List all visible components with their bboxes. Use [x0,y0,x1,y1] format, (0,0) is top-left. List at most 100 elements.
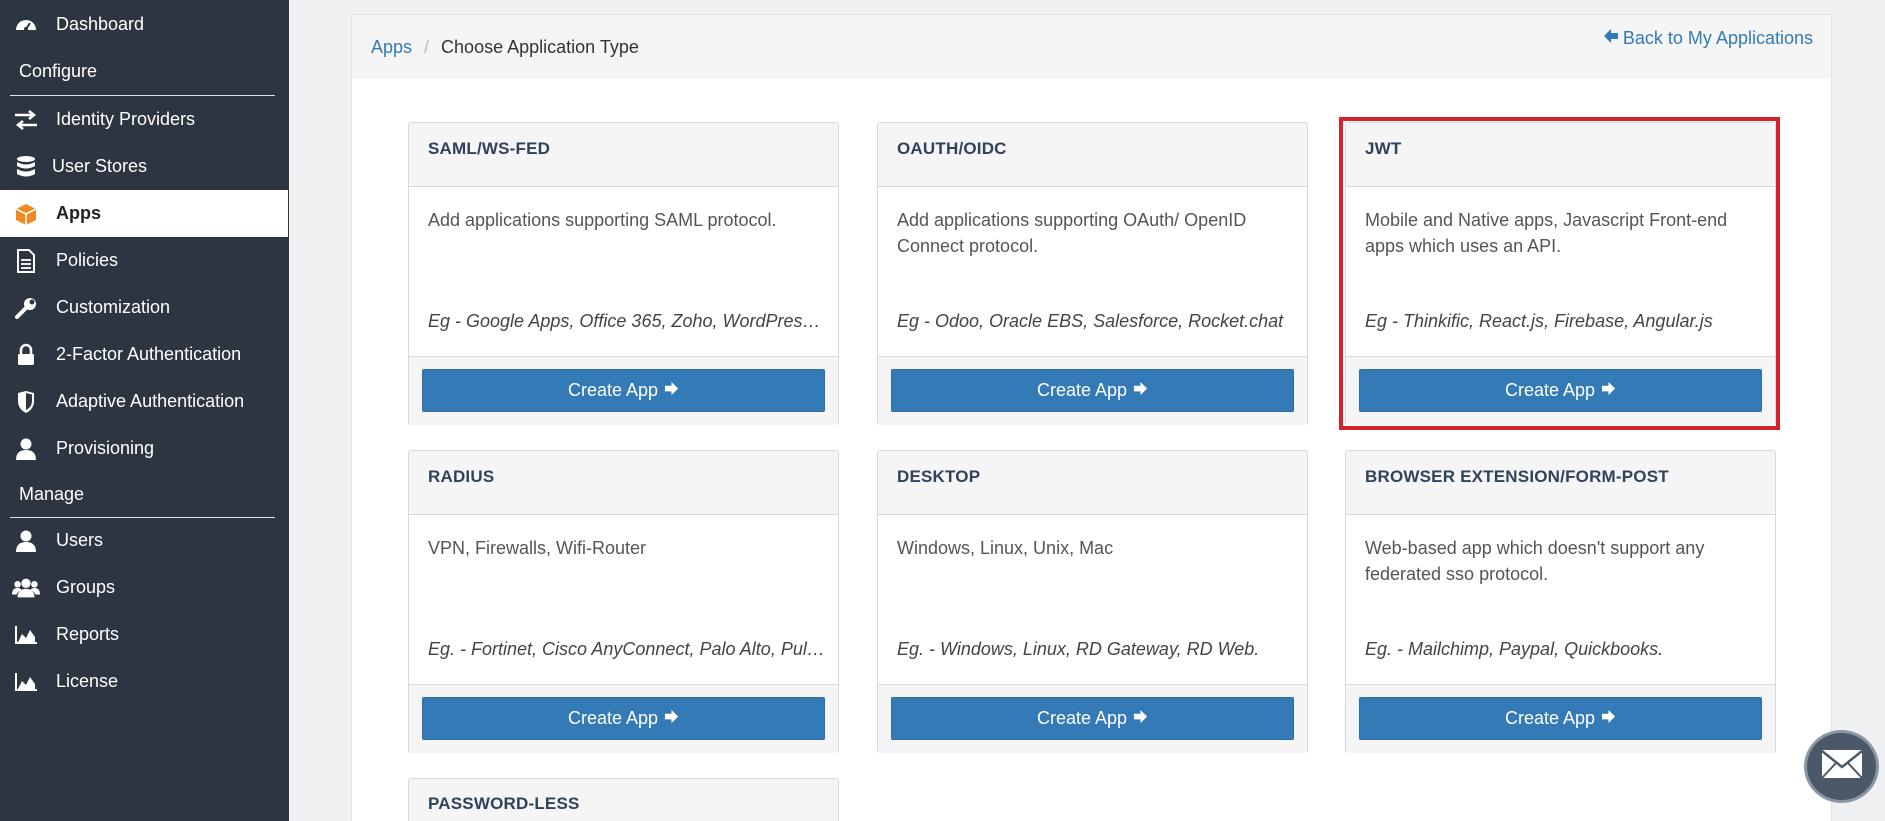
sidebar-item-adaptive-auth[interactable]: Adaptive Authentication [0,378,288,425]
card-title: BROWSER EXTENSION/FORM-POST [1365,467,1669,486]
sidebar-item-policies[interactable]: Policies [0,237,288,284]
envelope-icon [1819,747,1865,786]
create-app-button[interactable]: Create App [891,697,1294,740]
sidebar-item-label: User Stores [52,156,148,176]
dashboard-icon [12,11,40,39]
card-header: BROWSER EXTENSION/FORM-POST [1346,451,1775,515]
back-to-applications-link[interactable]: Back to My Applications [1603,28,1813,49]
sidebar-item-label: Customization [56,297,171,317]
create-app-button[interactable]: Create App [422,369,825,412]
jwt-highlight-box [1339,117,1780,430]
card-description: VPN, Firewalls, Wifi-Router [428,538,647,558]
user-icon [12,527,40,555]
create-app-button[interactable]: Create App [891,369,1294,412]
area-chart-icon [12,621,40,649]
wrench-icon [12,294,40,322]
sidebar-item-user-stores[interactable]: User Stores [0,143,288,190]
arrow-right-icon [1133,708,1148,729]
sidebar-item-label: Policies [56,250,119,270]
card-password-less: PASSWORD-LESS [408,778,839,821]
card-saml: SAML/WS-FED Add applications supporting … [408,122,839,425]
create-app-button[interactable]: Create App [1359,697,1762,740]
card-description: Windows, Linux, Unix, Mac [897,538,1114,558]
sidebar-item-groups[interactable]: Groups [0,564,288,611]
sidebar-item-label: Users [56,530,104,550]
breadcrumb-apps-link[interactable]: Apps [371,37,412,58]
exchange-icon [12,106,40,134]
card-browser-extension: BROWSER EXTENSION/FORM-POST Web-based ap… [1345,450,1776,753]
card-example: Eg. - Fortinet, Cisco AnyConnect, Palo A… [428,639,828,659]
breadcrumb-current: Choose Application Type [441,37,639,57]
arrow-right-icon [1601,708,1616,729]
database-icon [12,153,40,181]
sidebar-item-reports[interactable]: Reports [0,611,288,658]
back-link-label: Back to My Applications [1622,28,1813,48]
sidebar-item-label: Reports [56,624,120,644]
card-title: SAML/WS-FED [428,139,551,158]
sidebar-item-provisioning[interactable]: Provisioning [0,425,288,472]
arrow-right-icon [1133,380,1148,401]
arrow-left-icon [1603,28,1619,49]
lock-icon [12,341,40,369]
card-header: RADIUS [409,451,838,515]
sidebar-item-label: Adaptive Authentication [56,391,245,411]
sidebar-item-label: Dashboard [56,14,145,34]
sidebar-item-label: Provisioning [56,438,155,458]
card-title: RADIUS [428,467,495,486]
card-radius: RADIUS VPN, Firewalls, Wifi-Router Eg. -… [408,450,839,753]
card-description: Add applications supporting OAuth/ OpenI… [897,210,1247,256]
card-desktop: DESKTOP Windows, Linux, Unix, Mac Eg. - … [877,450,1308,753]
card-description: Web-based app which doesn't support any … [1365,538,1705,584]
card-description: Add applications supporting SAML protoco… [428,210,777,230]
cube-icon [12,200,40,228]
panel-header: Apps / Choose Application Type Back to M… [352,15,1831,79]
card-header: DESKTOP [878,451,1307,515]
section-configure: Configure [19,61,98,81]
sidebar-item-users[interactable]: Users [0,517,288,564]
card-header: SAML/WS-FED [409,123,838,187]
sidebar-item-license[interactable]: License [0,658,288,705]
create-app-button[interactable]: Create App [422,697,825,740]
arrow-right-icon [664,708,679,729]
sidebar-item-label: Groups [56,577,116,597]
create-app-label: Create App [1504,708,1596,728]
card-example: Eg - Google Apps, Office 365, Zoho, Word… [428,311,828,331]
card-footer: Create App [878,684,1307,753]
section-manage: Manage [19,484,85,504]
card-example: Eg - Odoo, Oracle EBS, Salesforce, Rocke… [897,311,1284,331]
sidebar-item-apps[interactable]: Apps [0,190,288,237]
arrow-right-icon [664,380,679,401]
card-title: DESKTOP [897,467,981,486]
sidebar-item-customization[interactable]: Customization [0,284,288,331]
card-title: OAUTH/OIDC [897,139,1007,158]
breadcrumb-separator: / [424,37,430,57]
create-app-label: Create App [567,380,659,400]
card-example: Eg. - Mailchimp, Paypal, Quickbooks. [1365,639,1664,659]
sidebar-item-label: License [56,671,119,691]
card-footer: Create App [878,356,1307,425]
card-header: PASSWORD-LESS [409,779,838,821]
breadcrumb: Apps / Choose Application Type [371,37,639,58]
contact-support-button[interactable] [1804,730,1879,803]
sidebar-item-dashboard[interactable]: Dashboard [0,1,288,48]
card-header: OAUTH/OIDC [878,123,1307,187]
user-icon [12,435,40,463]
sidebar-item-label: 2-Factor Authentication [56,344,242,364]
users-icon [12,574,40,602]
create-app-label: Create App [1036,708,1128,728]
card-title: PASSWORD-LESS [428,794,580,813]
card-oauth: OAUTH/OIDC Add applications supporting O… [877,122,1308,425]
card-example: Eg. - Windows, Linux, RD Gateway, RD Web… [897,639,1260,659]
card-footer: Create App [409,684,838,753]
card-footer: Create App [1346,684,1775,753]
sidebar-item-label: Identity Providers [56,109,196,129]
document-icon [12,247,40,275]
sidebar-item-label: Apps [56,203,101,223]
sidebar: Dashboard Configure Identity Providers U… [0,0,289,821]
area-chart-icon [12,668,40,696]
shield-icon [12,388,40,416]
sidebar-item-2fa[interactable]: 2-Factor Authentication [0,331,288,378]
sidebar-item-identity-providers[interactable]: Identity Providers [0,96,288,143]
create-app-label: Create App [1036,380,1128,400]
card-footer: Create App [409,356,838,425]
